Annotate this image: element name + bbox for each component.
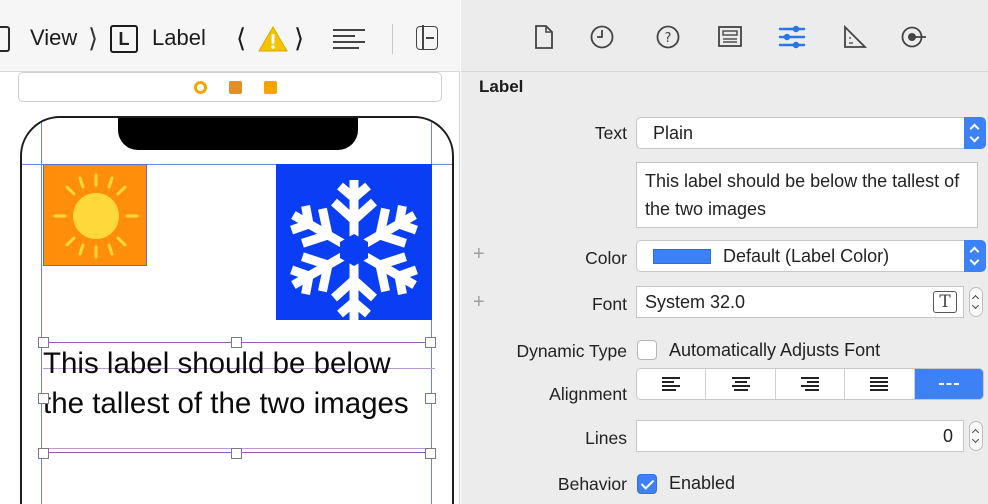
lines-stepper[interactable] (969, 421, 983, 451)
connections-icon[interactable] (899, 22, 929, 52)
scene-dock (18, 72, 442, 102)
device-notch (118, 118, 358, 150)
text-label: Text (594, 123, 627, 143)
text-type-value: Plain (653, 123, 694, 143)
behavior-label: Behavior (557, 474, 627, 494)
breadcrumb-separator: ⟩ (88, 22, 99, 53)
label-symbol-icon: L (110, 25, 138, 53)
breadcrumb-view[interactable]: View (30, 20, 77, 56)
resize-handle[interactable] (425, 337, 436, 348)
toolbar-divider (392, 24, 393, 54)
color-swatch (653, 249, 711, 264)
section-title: Label (479, 77, 524, 96)
file-icon[interactable] (529, 22, 559, 52)
resize-handle[interactable] (231, 448, 242, 459)
jump-bar: View ⟩ L Label ⟨ ⟩ (0, 0, 460, 72)
attributes-icon[interactable] (777, 22, 807, 52)
font-value: System 32.0 (645, 292, 746, 312)
align-left-button[interactable] (637, 369, 707, 399)
lines-label: Lines (585, 428, 627, 448)
alignment-label: Alignment (549, 384, 627, 404)
resize-handle[interactable] (38, 448, 49, 459)
view-controller-icon[interactable] (194, 81, 207, 94)
help-icon[interactable]: ? (653, 22, 683, 52)
svg-text:?: ? (665, 31, 672, 46)
snowflake-image[interactable] (276, 164, 432, 320)
popup-arrows-icon (964, 240, 986, 272)
color-value: Default (Label Color) (723, 246, 890, 266)
font-field[interactable]: System 32.0 T (636, 286, 964, 318)
device-frame: This label should be below the tallest o… (20, 116, 454, 504)
sun-image[interactable] (43, 164, 147, 266)
previous-issue-button[interactable]: ⟨ (236, 20, 246, 56)
popup-arrows-icon (964, 117, 986, 149)
dynamic-type-checkbox[interactable] (637, 340, 657, 360)
align-right-button[interactable] (776, 369, 846, 399)
add-editor-icon[interactable] (416, 25, 438, 50)
first-responder-icon[interactable] (229, 81, 242, 94)
align-center-button[interactable] (706, 369, 776, 399)
resize-handle[interactable] (38, 337, 49, 348)
size-icon[interactable] (839, 22, 869, 52)
attributes-inspector: ? Label Text Plain This label should be … (461, 0, 988, 504)
breadcrumb-label[interactable]: Label (152, 20, 206, 56)
align-natural-button[interactable] (914, 369, 983, 399)
font-picker-icon[interactable]: T (933, 291, 957, 313)
canvas-panel: View ⟩ L Label ⟨ ⟩ This label should be … (0, 0, 460, 504)
font-label: Font (591, 294, 627, 314)
selected-label[interactable]: This label should be below the tallest o… (38, 337, 436, 460)
label-text-field[interactable]: This label should be below the tallest o… (636, 162, 978, 228)
behavior-option[interactable]: Enabled (669, 473, 735, 494)
resize-handle[interactable] (38, 393, 49, 404)
text-type-popup[interactable]: Plain (636, 117, 986, 149)
next-issue-button[interactable]: ⟩ (294, 20, 304, 56)
add-variation-font-button[interactable]: + (473, 291, 485, 314)
resize-handle[interactable] (231, 337, 242, 348)
dynamic-type-label: Dynamic Type (516, 341, 627, 361)
resize-handle[interactable] (425, 393, 436, 404)
exit-icon[interactable] (264, 81, 277, 94)
dynamic-type-option[interactable]: Automatically Adjusts Font (669, 340, 880, 361)
warning-icon[interactable] (258, 26, 288, 57)
align-justified-button[interactable] (845, 369, 915, 399)
inspector-tab-bar: ? (461, 0, 988, 72)
history-icon[interactable] (587, 22, 617, 52)
identity-icon[interactable] (715, 22, 745, 52)
font-size-stepper[interactable] (969, 287, 983, 317)
document-outline-icon[interactable] (333, 28, 367, 55)
color-popup[interactable]: Default (Label Color) (636, 240, 986, 272)
color-label: Color (585, 248, 627, 268)
label-text: This label should be below the tallest o… (43, 347, 409, 420)
alignment-control (636, 368, 984, 400)
behavior-enabled-checkbox[interactable] (637, 474, 657, 494)
lines-field[interactable]: 0 (636, 420, 964, 452)
document-icon[interactable] (0, 26, 10, 52)
add-variation-color-button[interactable]: + (473, 243, 485, 266)
resize-handle[interactable] (425, 448, 436, 459)
safe-area-guide-left (41, 118, 42, 504)
